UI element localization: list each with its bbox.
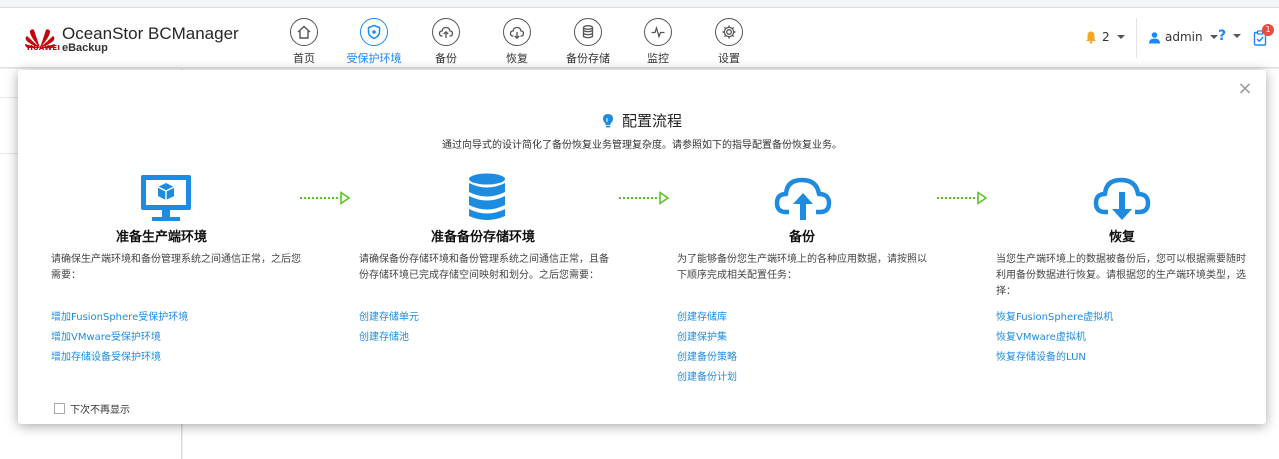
browser-bookmarks-strip: [0, 0, 1279, 8]
nav-home-label: 首页: [293, 52, 315, 65]
nav-home[interactable]: 首页: [264, 16, 344, 68]
nav-backup-label: 备份: [435, 52, 457, 65]
app-subtitle: eBackup: [62, 42, 108, 54]
database-icon: [469, 173, 505, 220]
help-icon: ?: [1218, 28, 1227, 44]
nav-protected-environment[interactable]: 受保护环境: [334, 16, 414, 68]
step-title: 备份: [789, 230, 816, 245]
nav-restore[interactable]: 恢复: [477, 16, 557, 68]
step-links: 创建存储单元 创建存储池: [359, 308, 419, 348]
cloud-download-icon: [1093, 177, 1151, 220]
alarm-count: 2: [1102, 30, 1110, 44]
cloud-upload-icon: [432, 18, 460, 46]
step-title: 恢复: [1109, 230, 1136, 245]
home-icon: [290, 18, 318, 46]
nav-restore-label: 恢复: [506, 52, 528, 65]
cloud-upload-icon: [774, 177, 832, 220]
top-navigation-bar: HUAWEI OceanStor BCManager eBackup 首页 受保…: [0, 8, 1279, 68]
nav-settings-label: 设置: [718, 52, 740, 65]
link-add-storage-device[interactable]: 增加存储设备受保护环境: [51, 348, 188, 368]
chevron-down-icon: [1116, 35, 1125, 39]
step-title: 准备备份存储环境: [431, 230, 536, 245]
nav-monitor[interactable]: 监控: [618, 16, 698, 68]
link-restore-storage-lun[interactable]: 恢复存储设备的LUN: [996, 348, 1113, 368]
flow-arrow-icon: [619, 191, 670, 205]
toolbar-divider: [1136, 18, 1137, 58]
user-icon: [1149, 31, 1160, 43]
nav-backup-storage-label: 备份存储: [566, 52, 610, 65]
step-links: 恢复FusionSphere虚拟机 恢复VMware虚拟机 恢复存储设备的LUN: [996, 308, 1113, 368]
app-title: OceanStor BCManager: [62, 24, 239, 43]
dont-show-again-checkbox[interactable]: 下次不再显示: [54, 401, 130, 416]
pulse-icon: [644, 18, 672, 46]
step-description: 为了能够备份您生产端环境上的各种应用数据，请按照以下顺序完成相关配置任务：: [677, 254, 927, 281]
username: admin: [1165, 30, 1203, 44]
flow-arrow-icon: [937, 191, 988, 205]
task-badge: 1: [1262, 24, 1274, 36]
link-create-storage-unit[interactable]: 创建存储单元: [359, 308, 419, 328]
link-add-vmware[interactable]: 增加VMware受保护环境: [51, 328, 188, 348]
close-button[interactable]: ×: [1236, 80, 1254, 98]
step-description: 当您生产端环境上的数据被备份后，您可以根据需要随时利用备份数据进行恢复。请根据您…: [996, 254, 1246, 297]
gear-icon: [715, 18, 743, 46]
step-links: 创建存储库 创建保护集 创建备份策略 创建备份计划: [677, 308, 737, 388]
dont-show-again-label: 下次不再显示: [70, 405, 130, 416]
link-restore-fusionsphere-vm[interactable]: 恢复FusionSphere虚拟机: [996, 308, 1113, 328]
link-add-fusionsphere[interactable]: 增加FusionSphere受保护环境: [51, 308, 188, 328]
dialog-title: 配置流程: [621, 112, 682, 130]
step-description: 请确保备份存储环境和备份管理系统之间通信正常，且备份存储环境已完成存储空间映射和…: [359, 254, 609, 281]
monitor-icon: [141, 175, 191, 221]
dialog-subtitle: 通过向导式的设计简化了备份恢复业务管理复杂度。请参照如下的指导配置备份恢复业务。: [442, 140, 842, 151]
logo-text: HUAWEI: [27, 44, 61, 52]
step-description: 请确保生产端环境和备份管理系统之间通信正常，之后您需要：: [51, 254, 301, 281]
link-create-protection-set[interactable]: 创建保护集: [677, 328, 737, 348]
step-links: 增加FusionSphere受保护环境 增加VMware受保护环境 增加存储设备…: [51, 308, 188, 368]
link-restore-vmware-vm[interactable]: 恢复VMware虚拟机: [996, 328, 1113, 348]
flow-arrow-icon: [300, 191, 351, 205]
cloud-download-icon: [503, 18, 531, 46]
checkbox-box[interactable]: [54, 403, 65, 414]
link-create-backup-policy[interactable]: 创建备份策略: [677, 348, 737, 368]
configuration-flow-dialog: × 配置流程 通过向导式的设计简化了备份恢复业务管理复杂度。请参照如下的指导配置…: [18, 70, 1266, 424]
alarm-dropdown[interactable]: 2: [1084, 30, 1125, 44]
user-menu[interactable]: admin: [1148, 30, 1218, 44]
help-menu[interactable]: ?: [1218, 28, 1242, 44]
nav-monitor-label: 监控: [647, 52, 669, 65]
link-create-storage-pool[interactable]: 创建存储池: [359, 328, 419, 348]
nav-protected-environment-label: 受保护环境: [346, 52, 402, 65]
database-icon: [574, 18, 602, 46]
shield-icon: [360, 18, 388, 46]
chevron-down-icon: [1209, 35, 1218, 39]
nav-backup[interactable]: 备份: [406, 16, 486, 68]
nav-settings[interactable]: 设置: [689, 16, 769, 68]
step-title: 准备生产端环境: [116, 230, 208, 245]
link-create-backup-plan[interactable]: 创建备份计划: [677, 368, 737, 388]
chevron-down-icon: [1233, 34, 1242, 38]
bell-icon: [1086, 31, 1096, 44]
nav-backup-storage[interactable]: 备份存储: [548, 16, 628, 68]
link-create-repository[interactable]: 创建存储库: [677, 308, 737, 328]
dialog-header: 配置流程: [18, 110, 1266, 133]
lightbulb-icon: [602, 113, 613, 127]
